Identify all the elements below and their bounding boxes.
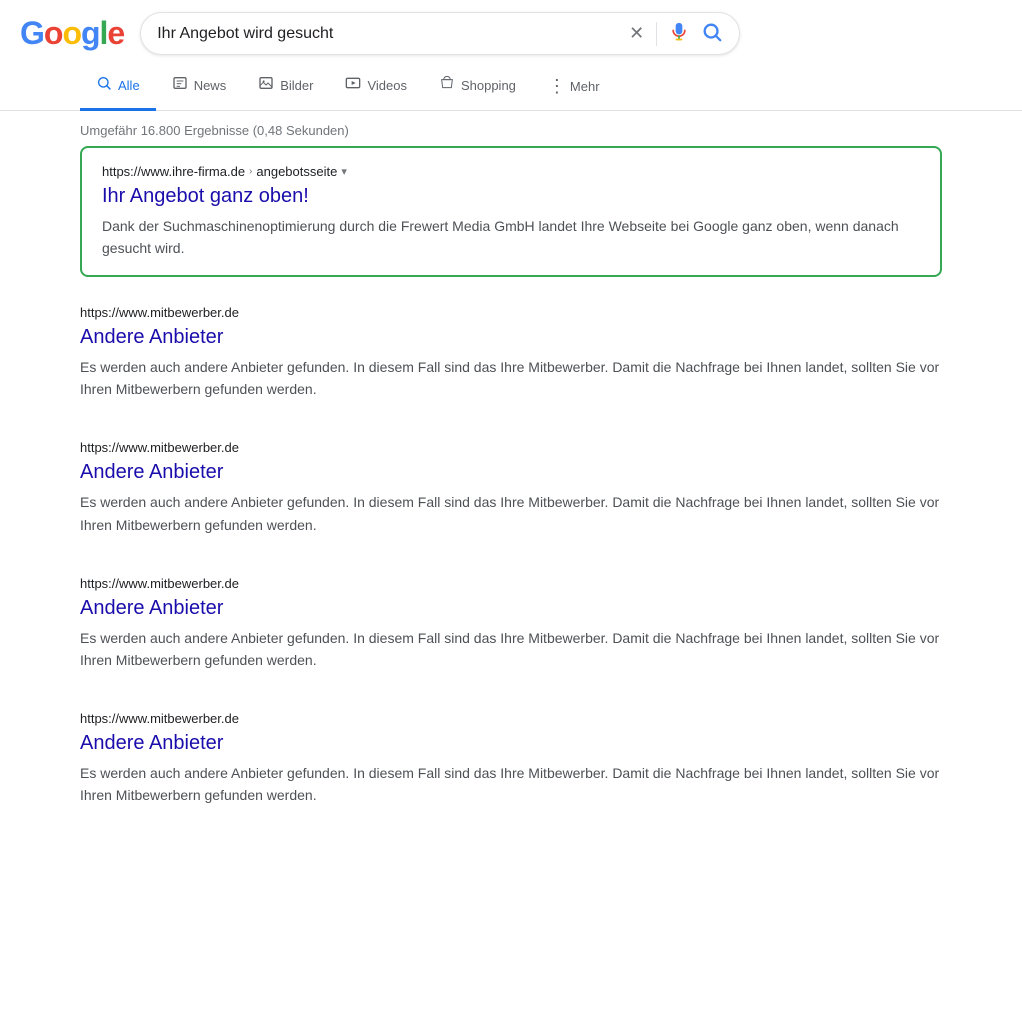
bilder-tab-icon <box>258 75 274 96</box>
tab-news-label: News <box>194 78 227 93</box>
result-url: https://www.mitbewerber.de <box>80 440 942 455</box>
alle-tab-icon <box>96 75 112 96</box>
tab-alle[interactable]: Alle <box>80 63 156 111</box>
result-title[interactable]: Andere Anbieter <box>80 595 942 621</box>
result-title[interactable]: Andere Anbieter <box>80 324 942 350</box>
more-dots-icon: ⋮ <box>548 76 566 97</box>
tab-videos-label: Videos <box>367 78 407 93</box>
featured-result-url: https://www.ihre-firma.de › angebotsseit… <box>102 164 920 179</box>
mic-icon[interactable] <box>669 22 689 45</box>
news-tab-icon <box>172 75 188 96</box>
tab-more[interactable]: ⋮ Mehr <box>532 64 616 109</box>
competitor-results: https://www.mitbewerber.de Andere Anbiet… <box>80 285 942 826</box>
result-url: https://www.mitbewerber.de <box>80 711 942 726</box>
result-item: https://www.mitbewerber.de Andere Anbiet… <box>80 691 942 826</box>
vertical-divider <box>656 22 657 46</box>
result-snippet: Es werden auch andere Anbieter gefunden.… <box>80 627 942 671</box>
tab-alle-label: Alle <box>118 78 140 93</box>
result-title[interactable]: Andere Anbieter <box>80 730 942 756</box>
search-submit-icon[interactable] <box>701 21 723 46</box>
result-url: https://www.mitbewerber.de <box>80 305 942 320</box>
result-snippet: Es werden auch andere Anbieter gefunden.… <box>80 762 942 806</box>
search-tabs: Alle News Bilder <box>0 63 1022 111</box>
result-snippet: Es werden auch andere Anbieter gefunden.… <box>80 356 942 400</box>
search-input[interactable] <box>157 25 621 43</box>
tab-news[interactable]: News <box>156 63 243 111</box>
shopping-tab-icon <box>439 75 455 96</box>
clear-icon[interactable]: ✕ <box>629 23 644 44</box>
result-item: https://www.mitbewerber.de Andere Anbiet… <box>80 285 942 420</box>
tab-bilder[interactable]: Bilder <box>242 63 329 111</box>
tab-videos[interactable]: Videos <box>329 63 423 111</box>
tab-bilder-label: Bilder <box>280 78 313 93</box>
result-item: https://www.mitbewerber.de Andere Anbiet… <box>80 556 942 691</box>
featured-result: https://www.ihre-firma.de › angebotsseit… <box>80 146 942 277</box>
result-title[interactable]: Andere Anbieter <box>80 459 942 485</box>
header: Google ✕ <box>0 0 1022 63</box>
tab-shopping[interactable]: Shopping <box>423 63 532 111</box>
featured-result-title[interactable]: Ihr Angebot ganz oben! <box>102 183 920 209</box>
results-info: Umgefähr 16.800 Ergebnisse (0,48 Sekunde… <box>0 115 1022 146</box>
tab-more-label: Mehr <box>570 79 600 94</box>
tab-shopping-label: Shopping <box>461 78 516 93</box>
url-dropdown-icon[interactable]: ▾ <box>341 165 347 178</box>
result-snippet: Es werden auch andere Anbieter gefunden.… <box>80 491 942 535</box>
search-bar: ✕ <box>140 12 740 55</box>
result-item: https://www.mitbewerber.de Andere Anbiet… <box>80 420 942 555</box>
results-container: https://www.ihre-firma.de › angebotsseit… <box>0 146 1022 826</box>
search-action-icons: ✕ <box>629 21 723 46</box>
featured-result-snippet: Dank der Suchmaschinenoptimierung durch … <box>102 215 920 259</box>
result-url: https://www.mitbewerber.de <box>80 576 942 591</box>
google-logo: Google <box>20 15 124 52</box>
videos-tab-icon <box>345 75 361 96</box>
